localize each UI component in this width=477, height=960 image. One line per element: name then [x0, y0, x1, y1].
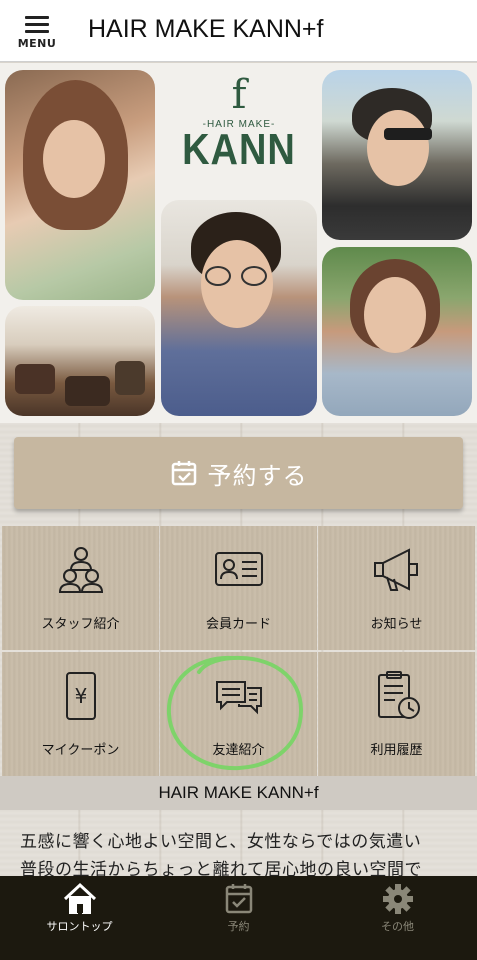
calendar-check-icon [225, 884, 252, 914]
gear-icon [382, 884, 413, 914]
hero-collage: f -HAIR MAKE- KANN [0, 63, 477, 423]
member-card-icon [214, 552, 263, 586]
chat-bubbles-icon [215, 681, 262, 715]
app-header: MENU HAIR MAKE KANN+f [0, 0, 477, 62]
tile-label: 会員カード [205, 617, 271, 632]
tile-coupon[interactable]: ¥ マイクーポン [2, 652, 159, 776]
menu-button[interactable]: MENU [12, 8, 62, 56]
home-icon [63, 882, 96, 914]
tile-label: マイクーポン [41, 743, 120, 758]
tab-other[interactable]: その他 [318, 876, 477, 960]
bottom-tab-bar: サロントップ 予約 その他 [0, 876, 477, 960]
menu-grid: スタッフ紹介 会員カード お知らせ ¥ マイクーポン 友達紹介 利用履歴 [0, 526, 477, 776]
tile-label: 利用履歴 [370, 743, 423, 758]
description-line: 五感に響く心地よい空間と、女性ならではの気遣い [20, 832, 422, 852]
photo-woman-outdoor [322, 247, 472, 416]
reserve-button[interactable]: 予約する [14, 437, 463, 509]
photo-man-glasses [161, 200, 317, 416]
logo-name: KANN [182, 125, 296, 175]
tile-history[interactable]: 利用履歴 [318, 652, 475, 776]
tab-label: サロントップ [46, 920, 113, 933]
menu-label: MENU [17, 37, 57, 50]
megaphone-icon [373, 548, 418, 591]
tile-label: 友達紹介 [212, 743, 265, 758]
tab-salon-top[interactable]: サロントップ [0, 876, 159, 960]
history-icon [377, 671, 420, 719]
photo-salon-interior [5, 306, 155, 416]
brand-logo: f -HAIR MAKE- KANN [161, 73, 317, 195]
tab-label: その他 [381, 920, 414, 933]
calendar-check-icon [171, 461, 196, 486]
tile-member-card[interactable]: 会員カード [160, 526, 317, 650]
tile-label: スタッフ紹介 [41, 617, 120, 632]
tile-friend-referral[interactable]: 友達紹介 [160, 652, 317, 776]
tab-label: 予約 [227, 920, 250, 933]
section-title: HAIR MAKE KANN+f [0, 776, 477, 810]
tile-news[interactable]: お知らせ [318, 526, 475, 650]
coupon-icon: ¥ [65, 672, 96, 720]
tab-reservation[interactable]: 予約 [159, 876, 318, 960]
svg-text:¥: ¥ [74, 684, 87, 708]
staff-icon [58, 547, 103, 593]
tile-label: お知らせ [370, 617, 423, 632]
photo-woman-curly-hair [5, 70, 155, 300]
photo-man-sunglasses [322, 70, 472, 240]
page-title: HAIR MAKE KANN+f [88, 15, 324, 43]
logo-mark: f [231, 72, 247, 118]
hamburger-icon [25, 16, 49, 33]
tile-staff[interactable]: スタッフ紹介 [2, 526, 159, 650]
reserve-label: 予約する [207, 461, 308, 490]
